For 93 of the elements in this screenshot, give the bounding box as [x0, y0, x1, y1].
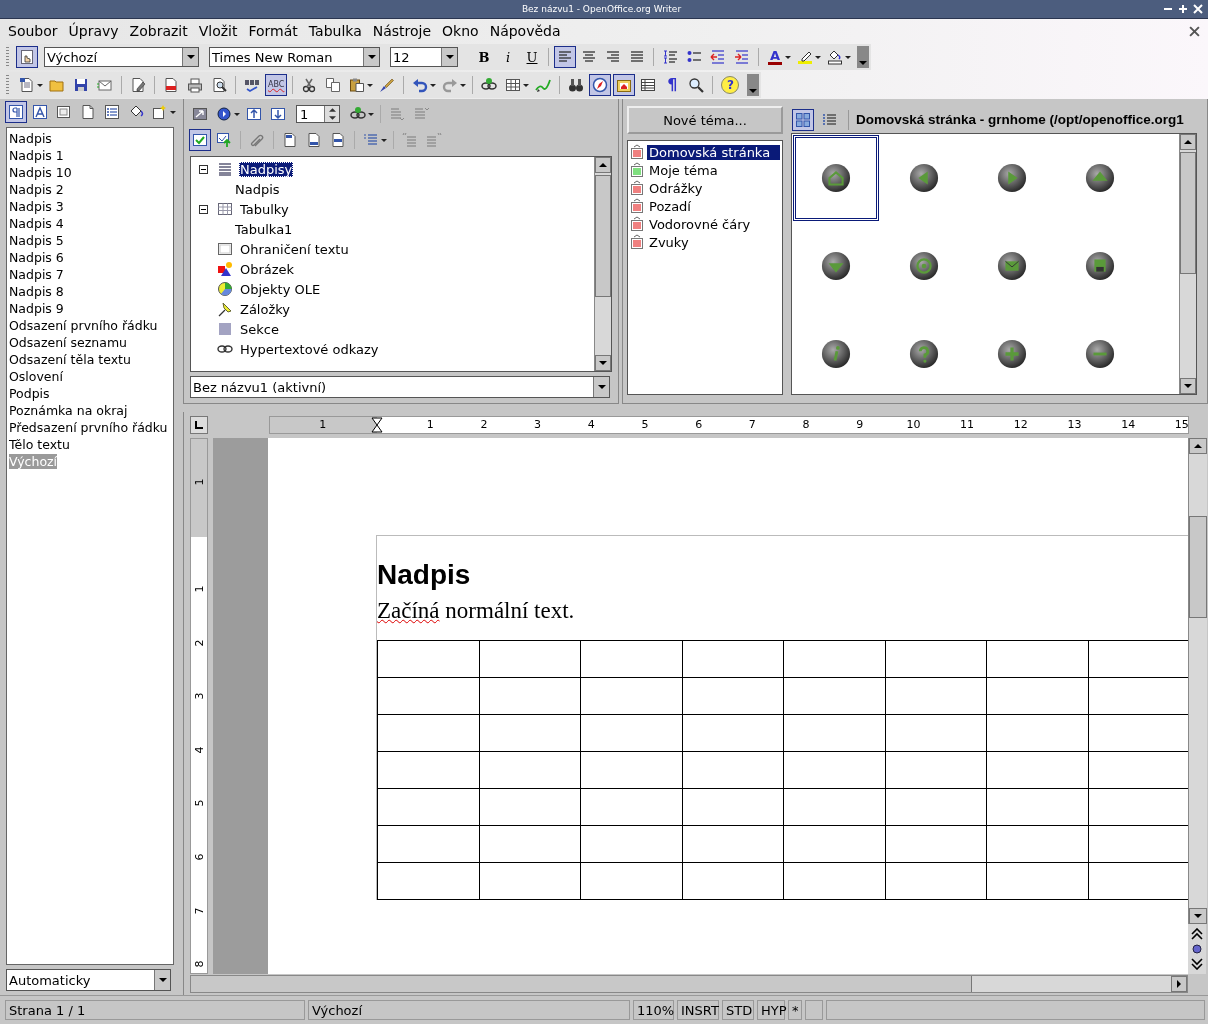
- tree-item[interactable]: Objekty OLE: [239, 281, 322, 297]
- tree-item[interactable]: Ohraničení textu: [239, 241, 350, 257]
- ruler-number: 2: [192, 639, 206, 647]
- tree-item[interactable]: Obrázek: [239, 261, 296, 277]
- theme-item[interactable]: Domovská stránka: [647, 144, 780, 160]
- theme-item[interactable]: Moje téma: [647, 162, 780, 178]
- ruler-number: 13: [1066, 418, 1083, 432]
- status-field: Výchozí: [308, 1000, 630, 1020]
- style-item[interactable]: Nadpis 9: [9, 301, 64, 316]
- menu-item[interactable]: Vložit: [194, 23, 242, 39]
- ruler-number: 6: [694, 418, 704, 432]
- tree-item[interactable]: Sekce: [239, 321, 280, 337]
- tree-item[interactable]: Hypertextové odkazy: [239, 341, 380, 357]
- theme-item[interactable]: Zvuky: [647, 234, 780, 250]
- document-heading: Nadpis: [377, 558, 472, 592]
- status-field: STD: [722, 1000, 754, 1020]
- style-item[interactable]: Nadpis 8: [9, 284, 64, 299]
- tree-item[interactable]: Nadpis: [234, 181, 281, 197]
- ruler-number: 3: [533, 418, 543, 432]
- status-field: 110%: [633, 1000, 674, 1020]
- formatting-marks-button[interactable]: ¶: [661, 74, 684, 96]
- style-item[interactable]: Oslovení: [9, 369, 63, 384]
- ruler-number: 14: [1120, 418, 1137, 432]
- ruler-number: 1: [318, 418, 328, 432]
- style-item[interactable]: Tělo textu: [9, 437, 70, 452]
- style-item[interactable]: Odsazení prvního řádku: [9, 318, 158, 333]
- style-item[interactable]: Nadpis: [9, 131, 52, 146]
- font-color-button[interactable]: A: [764, 46, 786, 68]
- theme-item[interactable]: Vodorovné čáry: [647, 216, 780, 232]
- style-item[interactable]: Předsazení prvního řádku: [9, 420, 168, 435]
- ruler-number: 1: [192, 478, 206, 486]
- menu-item[interactable]: Nástroje: [368, 23, 436, 39]
- underline-button[interactable]: U: [521, 46, 543, 68]
- menu-item[interactable]: Soubor: [4, 23, 62, 39]
- ruler-number: 5: [640, 418, 650, 432]
- ruler-number: 7: [192, 907, 206, 915]
- ruler-number: 5: [192, 799, 206, 807]
- style-item[interactable]: Nadpis 2: [9, 182, 64, 197]
- ruler-number: 3: [192, 692, 206, 700]
- autospellcheck-button[interactable]: ABC: [265, 74, 288, 96]
- font-name-dropdown[interactable]: Times New Roman: [209, 47, 380, 67]
- bold-button[interactable]: B: [473, 46, 495, 68]
- document-paragraph: Začíná normální text.: [377, 597, 576, 625]
- style-item[interactable]: Nadpis 5: [9, 233, 64, 248]
- ruler-number: 7: [747, 418, 757, 432]
- menu-item[interactable]: Úpravy: [64, 23, 123, 39]
- italic-button[interactable]: i: [497, 46, 519, 68]
- ruler-number: 1: [425, 418, 435, 432]
- font-size-dropdown[interactable]: 12: [390, 47, 458, 67]
- paragraph-style-dropdown[interactable]: Výchozí: [44, 47, 199, 67]
- style-item[interactable]: Odsazení seznamu: [9, 335, 127, 350]
- menu-item[interactable]: Nápověda: [485, 23, 565, 39]
- menu-item[interactable]: Tabulka: [304, 23, 366, 39]
- ruler-number: 9: [855, 418, 865, 432]
- window-title: Bez názvu1 - OpenOffice.org Writer: [520, 4, 683, 14]
- gallery-title: Domovská stránka - grnhome (/opt/openoffice.org1: [856, 112, 1184, 127]
- new-theme-button[interactable]: Nové téma...: [627, 106, 783, 134]
- document-dropdown[interactable]: Bez názvu1 (aktivní): [190, 376, 610, 398]
- ruler-number: 6: [192, 853, 206, 861]
- status-field: *: [788, 1000, 802, 1020]
- theme-item[interactable]: Odrážky: [647, 180, 780, 196]
- page-number-spinner[interactable]: 1: [296, 105, 340, 123]
- menu-item[interactable]: Okno: [438, 23, 483, 39]
- status-field: HYP: [757, 1000, 785, 1020]
- ruler-number: 1: [192, 585, 206, 593]
- menu-item[interactable]: Zobrazit: [125, 23, 192, 39]
- ruler-number: 2: [479, 418, 489, 432]
- style-item[interactable]: Poznámka na okraj: [9, 403, 128, 418]
- ruler-number: 10: [905, 418, 922, 432]
- style-item[interactable]: Nadpis 10: [9, 165, 72, 180]
- tree-item[interactable]: Nadpisy: [239, 161, 294, 177]
- style-filter-dropdown[interactable]: Automaticky: [6, 969, 171, 991]
- style-item[interactable]: Nadpis 3: [9, 199, 64, 214]
- ruler-number: 4: [192, 746, 206, 754]
- style-item[interactable]: Odsazení těla textu: [9, 352, 131, 367]
- ruler-number: 4: [586, 418, 596, 432]
- status-field: Strana 1 / 1: [5, 1000, 305, 1020]
- ruler-number: 15: [1173, 418, 1188, 432]
- status-field: INSRT: [677, 1000, 719, 1020]
- theme-item[interactable]: Pozadí: [647, 198, 780, 214]
- ruler-number: 12: [1012, 418, 1029, 432]
- menu-item[interactable]: Formát: [244, 23, 302, 39]
- tree-item[interactable]: Záložky: [239, 301, 292, 317]
- style-item[interactable]: Nadpis 1: [9, 148, 64, 163]
- ruler-number: 8: [192, 960, 206, 968]
- tree-item[interactable]: Tabulky: [239, 201, 290, 217]
- style-item[interactable]: Nadpis 4: [9, 216, 64, 231]
- ruler-number: 11: [959, 418, 976, 432]
- tree-item[interactable]: Tabulka1: [234, 221, 294, 237]
- style-item[interactable]: Nadpis 6: [9, 250, 64, 265]
- style-item[interactable]: Nadpis 7: [9, 267, 64, 282]
- ruler-number: 8: [801, 418, 811, 432]
- style-item[interactable]: Podpis: [9, 386, 50, 401]
